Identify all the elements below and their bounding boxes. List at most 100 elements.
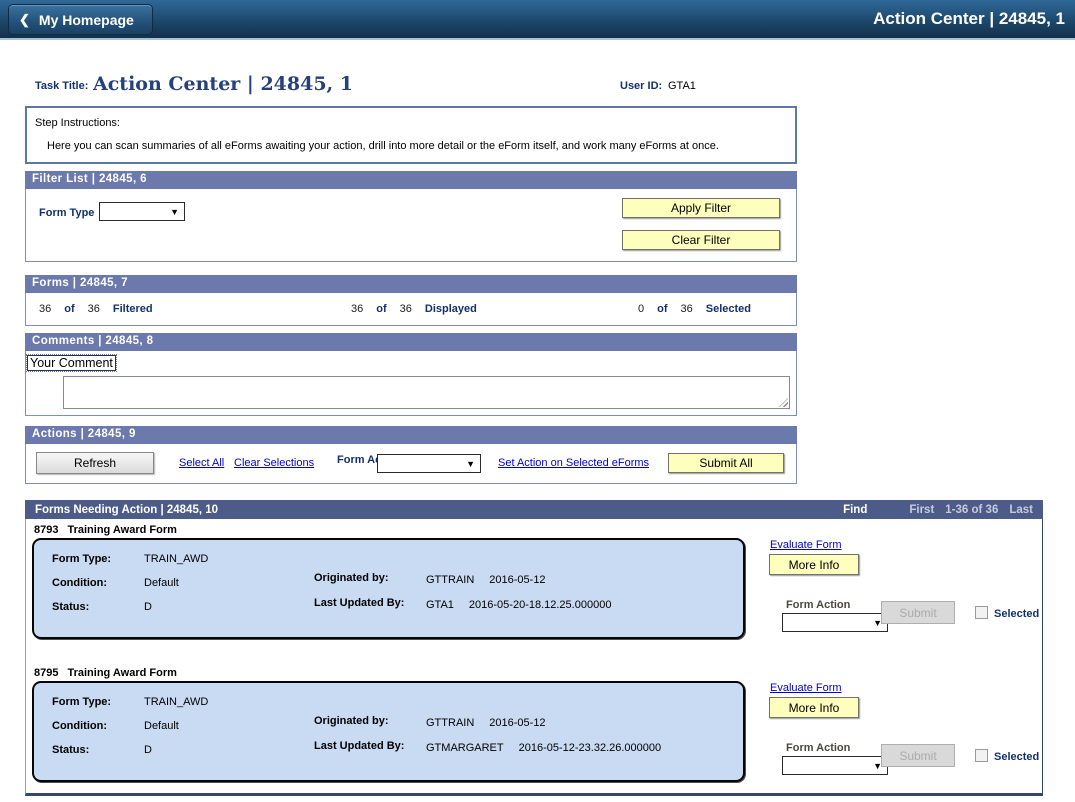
filtered-count-group: 36 of 36 Filtered xyxy=(39,303,153,315)
user-id-label: User ID: xyxy=(620,80,662,92)
form-row-title: 8795 Training Award Form xyxy=(34,667,177,679)
evaluate-form-link[interactable]: Evaluate Form xyxy=(770,682,842,694)
originated-by-value: GTTRAIN 2016-05-12 xyxy=(426,574,546,586)
comments-header: Comments | 24845, 8 xyxy=(25,333,797,351)
task-title-label: Task Title: xyxy=(35,80,88,92)
filter-list-body: Form Type ▼ Apply Filter Clear Filter xyxy=(25,189,797,262)
page-title: Action Center | 24845, 1 xyxy=(873,0,1065,38)
more-info-button[interactable]: More Info xyxy=(769,554,859,575)
submit-button-disabled[interactable]: Submit xyxy=(881,744,955,767)
selected-checkbox-label: Selected xyxy=(994,608,1039,620)
originated-by-label: Originated by: xyxy=(314,715,389,727)
pager-first-link[interactable]: First xyxy=(909,504,934,516)
originated-by-value: GTTRAIN 2016-05-12 xyxy=(426,717,546,729)
pager-last-link[interactable]: Last xyxy=(1009,504,1033,516)
originated-by-user: GTTRAIN xyxy=(426,574,474,586)
form-type-value: TRAIN_AWD xyxy=(144,553,208,565)
condition-value: Default xyxy=(144,720,179,732)
refresh-button[interactable]: Refresh xyxy=(36,452,154,474)
displayed-count: 36 xyxy=(351,303,363,315)
status-label: Status: xyxy=(52,744,89,756)
forms-needing-action-title: Forms Needing Action | 24845, 10 xyxy=(35,504,218,516)
displayed-count-group: 36 of 36 Displayed xyxy=(351,303,477,315)
form-action-dropdown[interactable]: ▼ xyxy=(782,613,888,632)
of-label: of xyxy=(657,303,667,315)
pager: First 1-36 of 36 Last xyxy=(909,504,1033,516)
forms-needing-action-section: Forms Needing Action | 24845, 10 Find Fi… xyxy=(25,500,1043,796)
back-to-homepage-button[interactable]: ❮ My Homepage xyxy=(8,4,153,35)
status-value: D xyxy=(144,744,152,756)
form-name: Training Award Form xyxy=(67,524,176,536)
form-type-label: Form Type: xyxy=(52,553,111,565)
selected-checkbox[interactable] xyxy=(975,606,988,619)
set-action-link[interactable]: Set Action on Selected eForms xyxy=(498,457,649,469)
form-action-dropdown[interactable]: ▼ xyxy=(782,756,888,775)
form-id: 8795 xyxy=(34,667,58,679)
form-summary-card: Form Type: TRAIN_AWD Condition: Default … xyxy=(32,538,745,639)
actions-body: Refresh Select All Clear Selections Form… xyxy=(25,444,797,484)
form-action-label: Form Action xyxy=(786,599,850,611)
evaluate-form-link[interactable]: Evaluate Form xyxy=(770,539,842,551)
submit-all-button[interactable]: Submit All xyxy=(668,453,784,473)
form-action-dropdown[interactable]: ▼ xyxy=(377,454,481,473)
dropdown-arrow-icon: ▼ xyxy=(170,207,179,217)
last-updated-by-value: GTA1 2016-05-20-18.12.25.000000 xyxy=(426,599,611,611)
filter-list-header: Filter List | 24845, 6 xyxy=(25,171,797,189)
condition-label: Condition: xyxy=(52,577,107,589)
user-id-value: GTA1 xyxy=(668,80,696,92)
back-button-label: My Homepage xyxy=(39,12,134,28)
pager-range: 1-36 of 36 xyxy=(945,504,998,516)
form-row-title: 8793 Training Award Form xyxy=(34,524,177,536)
originated-by-user: GTTRAIN xyxy=(426,717,474,729)
clear-filter-button[interactable]: Clear Filter xyxy=(622,230,780,250)
step-instructions-label: Step Instructions: xyxy=(35,117,787,129)
step-instructions-box: Step Instructions: Here you can scan sum… xyxy=(25,106,797,164)
actions-header: Actions | 24845, 9 xyxy=(25,426,797,444)
filter-list-section: Filter List | 24845, 6 Form Type ▼ Apply… xyxy=(25,171,797,262)
of-label: of xyxy=(64,303,74,315)
your-comment-label: Your Comment xyxy=(27,355,116,371)
top-navigation-bar: ❮ My Homepage Action Center | 24845, 1 xyxy=(0,0,1075,40)
dropdown-arrow-icon: ▼ xyxy=(466,459,475,469)
step-instructions-text: Here you can scan summaries of all eForm… xyxy=(47,140,787,152)
originated-by-label: Originated by: xyxy=(314,572,389,584)
task-title-row: Task Title: Action Center | 24845, 1 Use… xyxy=(25,73,1075,99)
last-updated-by-user: GTA1 xyxy=(426,599,454,611)
submit-button-disabled[interactable]: Submit xyxy=(881,601,955,624)
forms-summary-body: 36 of 36 Filtered 36 of 36 Displayed 0 o… xyxy=(25,293,797,326)
selected-checkbox[interactable] xyxy=(975,749,988,762)
form-type-dropdown[interactable]: ▼ xyxy=(99,202,185,221)
select-all-link[interactable]: Select All xyxy=(179,457,224,469)
comments-section: Comments | 24845, 8 Your Comment xyxy=(25,333,797,416)
condition-value: Default xyxy=(144,577,179,589)
selected-checkbox-label: Selected xyxy=(994,751,1039,763)
comment-textarea[interactable] xyxy=(63,376,790,409)
filtered-total: 36 xyxy=(88,303,100,315)
forms-summary-section: Forms | 24845, 7 36 of 36 Filtered 36 of… xyxy=(25,275,797,326)
last-updated-by-value: GTMARGARET 2016-05-12-23.32.26.000000 xyxy=(426,742,661,754)
form-row: 8793 Training Award Form Form Type: TRAI… xyxy=(26,519,1042,659)
last-updated-by-date: 2016-05-12-23.32.26.000000 xyxy=(519,742,662,754)
apply-filter-button[interactable]: Apply Filter xyxy=(622,198,780,218)
comment-textarea-wrap xyxy=(63,376,790,409)
form-type-label: Form Type xyxy=(39,207,94,219)
displayed-total: 36 xyxy=(400,303,412,315)
more-info-button[interactable]: More Info xyxy=(769,697,859,718)
displayed-label: Displayed xyxy=(425,303,477,315)
condition-label: Condition: xyxy=(52,720,107,732)
form-action-label: Form Action xyxy=(786,742,850,754)
form-row: 8795 Training Award Form Form Type: TRAI… xyxy=(26,662,1042,802)
of-label: of xyxy=(376,303,386,315)
form-summary-card: Form Type: TRAIN_AWD Condition: Default … xyxy=(32,681,745,782)
form-id: 8793 xyxy=(34,524,58,536)
selected-count: 0 xyxy=(638,303,644,315)
task-title-value: Action Center | 24845, 1 xyxy=(93,73,353,95)
clear-selections-link[interactable]: Clear Selections xyxy=(234,457,314,469)
comments-body: Your Comment xyxy=(25,351,797,416)
form-type-label: Form Type: xyxy=(52,696,111,708)
filtered-label: Filtered xyxy=(113,303,153,315)
find-link[interactable]: Find xyxy=(843,504,867,516)
forms-needing-action-body: 8793 Training Award Form Form Type: TRAI… xyxy=(25,519,1043,796)
originated-by-date: 2016-05-12 xyxy=(489,717,545,729)
actions-section: Actions | 24845, 9 Refresh Select All Cl… xyxy=(25,426,797,484)
